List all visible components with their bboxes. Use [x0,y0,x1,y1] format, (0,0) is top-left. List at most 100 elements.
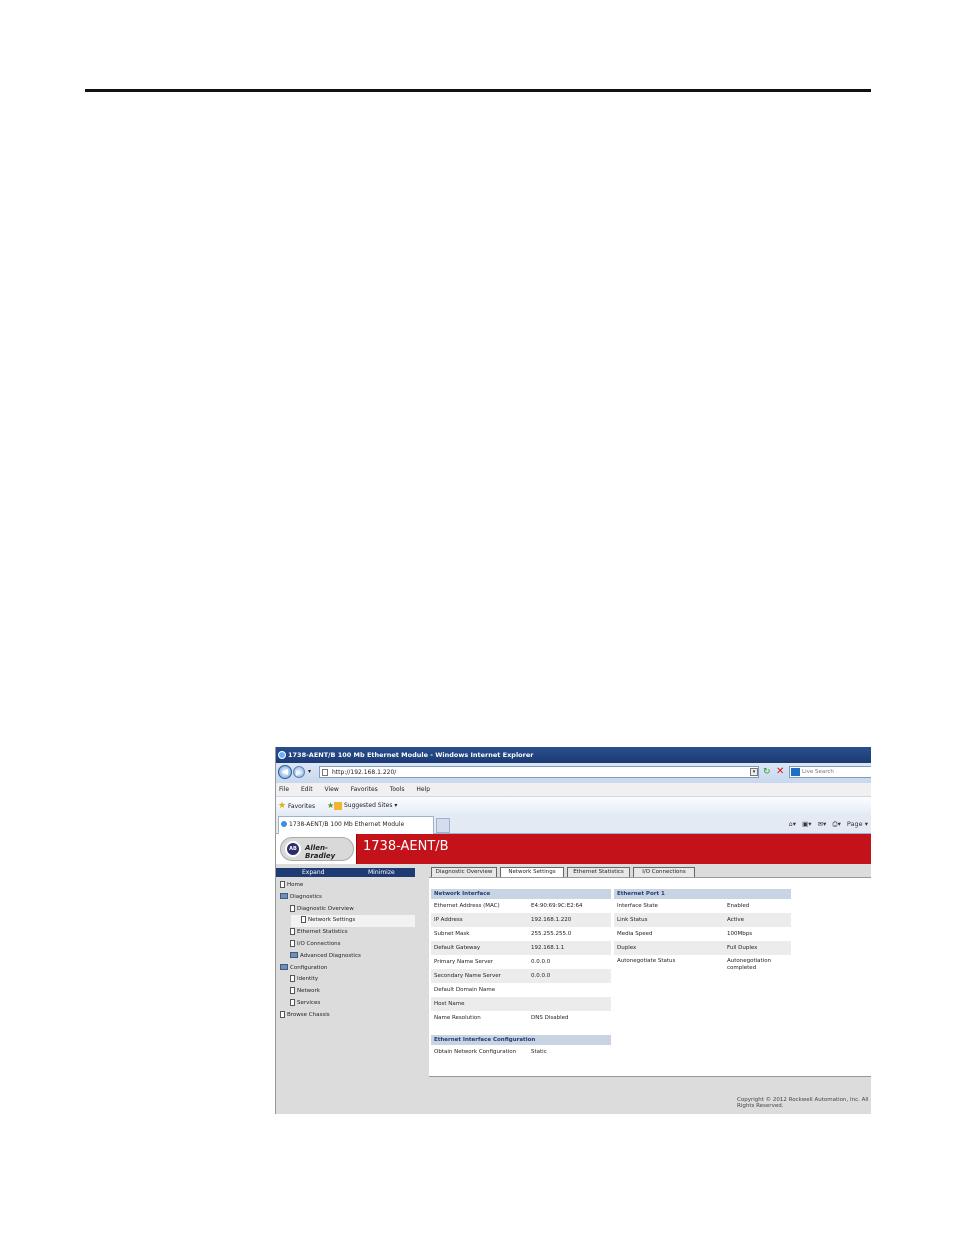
tab-ethernet-statistics[interactable]: Ethernet Statistics [567,867,630,877]
nav-item-label: Ethernet Statistics [297,929,348,936]
row-key: Default Gateway [434,945,481,951]
nav-item-label: Configuration [290,964,328,971]
nav-item-browse-chassis[interactable]: Browse Chassis [276,1010,418,1022]
nav-item-network-settings[interactable]: Network Settings [291,915,415,928]
left-navigation: Expand Minimize Home Diagnostics Diagnosti… [276,864,418,1114]
row-value: Autonegotiation completed [727,958,772,971]
nav-item-label: Home [287,882,304,888]
brand-name: Allen-Bradley [305,844,336,860]
row-key: IP Address [434,917,463,923]
row-key: Host Name [434,1001,465,1007]
menu-file[interactable]: File [279,786,289,793]
content-area: Diagnostic Overview Network Settings Eth… [429,864,871,1114]
folder-icon [290,952,298,959]
table-row: Interface State Enabled [614,899,791,913]
document-icon [301,916,306,924]
tab-io-connections[interactable]: I/O Connections [633,867,695,877]
folder-icon [280,964,288,971]
ie-icon [278,751,286,759]
page-menu[interactable]: Page ▾ [847,820,868,828]
allen-bradley-logo: AB Allen-Bradley [280,837,354,861]
nav-item-advanced-diagnostics[interactable]: Advanced Diagnostics [276,951,418,963]
row-key: Interface State [617,903,658,909]
network-interface-section: Network Interface Ethernet Address (MAC)… [431,889,611,1025]
menu-edit[interactable]: Edit [301,786,313,793]
suggested-sites-label: Suggested Sites ▾ [344,802,398,809]
home-icon[interactable]: ⌂▾ [789,820,796,828]
expand-button[interactable]: Expand [302,868,324,877]
settings-panel: Network Interface Ethernet Address (MAC)… [429,877,871,1077]
row-value [531,983,611,997]
row-key: Secondary Name Server [434,973,501,979]
favorites-button[interactable]: Favorites [288,803,315,810]
row-key: Duplex [617,945,637,951]
model-banner: 1738-AENT/B [356,834,871,864]
nav-item-home[interactable]: Home [276,880,418,892]
nav-item-network[interactable]: Network [276,986,418,998]
search-input[interactable]: Live Search [789,766,871,778]
row-value: Static [531,1049,547,1055]
tab-page-icon [281,821,287,827]
ab-emblem-icon: AB [285,841,301,857]
table-row: Secondary Name Server 0.0.0.0 [431,969,611,983]
feeds-icon[interactable]: ▣▾ [802,820,811,828]
forward-icon[interactable]: ▶ [293,766,305,778]
menu-tools[interactable]: Tools [390,786,405,793]
browser-tab[interactable]: 1738-AENT/B 100 Mb Ethernet Module [278,816,434,834]
browser-window: 1738-AENT/B 100 Mb Ethernet Module - Win… [275,747,871,1114]
table-row: Duplex Full Duplex [614,941,791,955]
row-value: 255.255.255.0 [531,931,572,937]
row-value: 0.0.0.0 [531,973,551,979]
table-row: IP Address 192.168.1.220 [431,913,611,927]
nav-item-ethernet-statistics[interactable]: Ethernet Statistics [276,927,418,939]
menu-view[interactable]: View [325,786,339,793]
mail-icon[interactable]: ✉▾ [818,820,827,828]
url-input[interactable]: http://192.168.1.220/ [319,766,759,778]
row-value: Full Duplex [727,945,758,951]
minimize-button[interactable]: Minimize [368,868,395,877]
menu-bar: File Edit View Favorites Tools Help [276,783,871,796]
nav-item-identity[interactable]: Identity [276,974,418,986]
nav-tree: Home Diagnostics Diagnostic Overview Networ… [276,880,418,1022]
favorites-star-icon: ★ [278,801,287,811]
refresh-icon[interactable]: ↻ [763,767,771,777]
nav-item-label: Diagnostics [290,893,322,900]
row-key: Autonegotiate Status [617,958,676,964]
nav-item-diagnostic-overview[interactable]: Diagnostic Overview [276,904,418,916]
nav-header: Expand Minimize [276,868,415,877]
address-bar: ◀ ▶ ▾ http://192.168.1.220/ ▾ ↻ ✕ Live S… [276,763,871,783]
nav-item-i-o-connections[interactable]: I/O Connections [276,939,418,951]
nav-item-diagnostics[interactable]: Diagnostics [276,892,418,904]
menu-favorites[interactable]: Favorites [351,786,378,793]
tab-diagnostic-overview[interactable]: Diagnostic Overview [431,867,497,877]
document-icon [290,928,295,936]
favorites-bar: ★ Favorites ★ Suggested Sites ▾ [276,796,871,814]
row-value: DNS Disabled [531,1015,569,1021]
nav-item-services[interactable]: Services [276,998,418,1010]
history-dropdown-icon[interactable]: ▾ [308,768,311,775]
table-row: Ethernet Address (MAC) E4:90:69:9C:E2:64 [431,899,611,913]
new-tab-button[interactable] [436,818,450,833]
nav-item-configuration[interactable]: Configuration [276,963,418,975]
back-icon[interactable]: ◀ [278,765,292,779]
url-dropdown-icon[interactable]: ▾ [750,768,758,776]
search-placeholder: Live Search [802,769,834,775]
live-search-icon [791,768,800,776]
command-bar: ⌂▾ ▣▾ ✉▾ ⎙▾ Page ▾ [789,818,871,830]
row-key: Media Speed [617,931,653,937]
row-value: 0.0.0.0 [531,959,551,965]
nav-item-label: Services [297,999,321,1006]
main-area: Expand Minimize Home Diagnostics Diagnosti… [276,864,871,1114]
url-text: http://192.168.1.220/ [332,769,397,776]
table-row: Subnet Mask 255.255.255.0 [431,927,611,941]
stop-icon[interactable]: ✕ [776,766,784,777]
nav-item-label: Network Settings [308,917,356,924]
row-value: 100Mbps [727,931,753,937]
nav-item-label: Network [297,988,320,995]
row-key: Default Domain Name [434,987,496,993]
nav-item-label: Identity [297,976,319,983]
suggested-sites-button[interactable]: Suggested Sites ▾ [334,797,397,815]
menu-help[interactable]: Help [416,786,430,793]
print-icon[interactable]: ⎙▾ [832,820,840,828]
ethernet-port-section: Ethernet Port 1 Interface State Enabled Li… [614,889,791,977]
